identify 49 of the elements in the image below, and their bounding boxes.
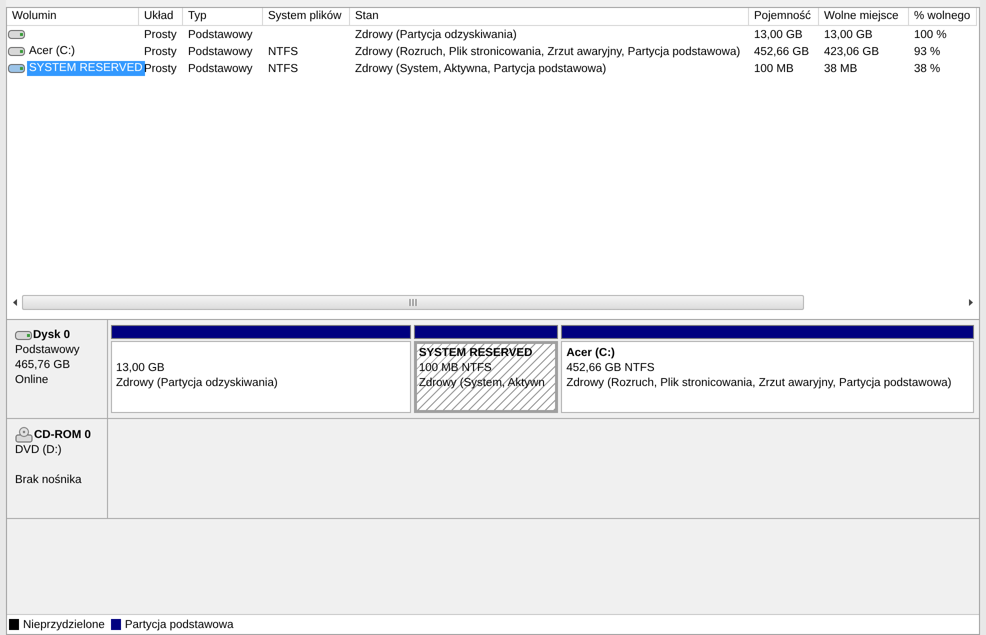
disk-info: 465,76 GB: [15, 358, 71, 373]
table-cell-text: Podstawowy: [187, 44, 254, 60]
disk-status: Brak nośnika: [15, 473, 82, 488]
partition[interactable]: Acer (C:) 452,66 GB NTFS Zdrowy (Rozruch, Plik stronicowania, Zrzut awaryjny, Partycja podstawowa): [561, 341, 974, 413]
table-cell-text: 100 MB: [753, 62, 795, 76]
table-cell-text: Podstawowy: [187, 28, 254, 42]
partition-status: Zdrowy (Partycja odzyskiwania): [116, 376, 279, 391]
partition-size: 452,66 GB NTFS: [566, 361, 656, 376]
disk-info: Podstawowy: [15, 343, 81, 358]
column-header[interactable]: Wolne miejsce: [819, 8, 909, 26]
table-cell-text: 38 MB: [823, 62, 858, 76]
table-cell-text: 93 %: [913, 44, 942, 60]
table-cell-text: Podstawowy: [187, 62, 254, 76]
column-header[interactable]: Stan: [350, 8, 749, 26]
partition-name: SYSTEM RESERVED: [418, 346, 534, 361]
table-cell-text: Prosty: [143, 44, 178, 60]
legend-label: Nieprzydzielone: [23, 618, 105, 630]
table-cell-text: NTFS: [267, 44, 300, 60]
table-cell-text: Zdrowy (Partycja odzyskiwania): [354, 28, 518, 42]
volume-name[interactable]: Acer (C:): [27, 44, 77, 59]
disk-info: DVD (D:): [15, 443, 63, 458]
column-header[interactable]: Wolumin: [7, 8, 139, 26]
table-cell-text: 452,66 GB: [753, 44, 810, 60]
legend-label: Partycja podstawowa: [124, 618, 234, 630]
partition-status: Zdrowy (System, Aktywn: [418, 376, 546, 391]
table-cell-text: 423,06 GB: [823, 44, 880, 60]
table-cell-text: Prosty: [143, 62, 178, 76]
table-cell-text: 13,00 GB: [823, 28, 874, 42]
partition-size: 100 MB NTFS: [418, 361, 493, 376]
table-cell-text: Zdrowy (System, Aktywna, Partycja podstawowa): [354, 62, 608, 76]
partition-name: Acer (C:): [566, 346, 616, 361]
partition-size: 13,00 GB: [116, 361, 166, 376]
column-header[interactable]: System plików: [263, 8, 350, 26]
column-header[interactable]: Układ: [139, 8, 183, 26]
column-header[interactable]: Typ: [183, 8, 263, 26]
table-cell-text: NTFS: [267, 62, 300, 76]
table-cell-text: 38 %: [913, 62, 942, 76]
partition[interactable]: 13,00 GB Zdrowy (Partycja odzyskiwania): [111, 341, 411, 413]
table-cell-text: 13,00 GB: [753, 28, 804, 42]
disk-info: Online: [15, 373, 50, 388]
table-cell-text: 100 %: [913, 28, 948, 42]
partition-status: Zdrowy (Rozruch, Plik stronicowania, Zrzut awaryjny, Partycja podstawowa): [566, 376, 952, 391]
column-header[interactable]: % wolnego: [909, 8, 977, 26]
disk-name: CD-ROM 0: [34, 428, 91, 442]
table-cell-text: Zdrowy (Rozruch, Plik stronicowania, Zrzut awaryjny, Partycja podstawowa): [354, 44, 742, 60]
partition[interactable]: SYSTEM RESERVED 100 MB NTFS Zdrowy (System, Aktywn: [414, 341, 558, 413]
table-cell-text: Prosty: [143, 28, 178, 42]
disk-name: Dysk 0: [33, 328, 70, 343]
column-header[interactable]: Pojemność: [749, 8, 819, 26]
